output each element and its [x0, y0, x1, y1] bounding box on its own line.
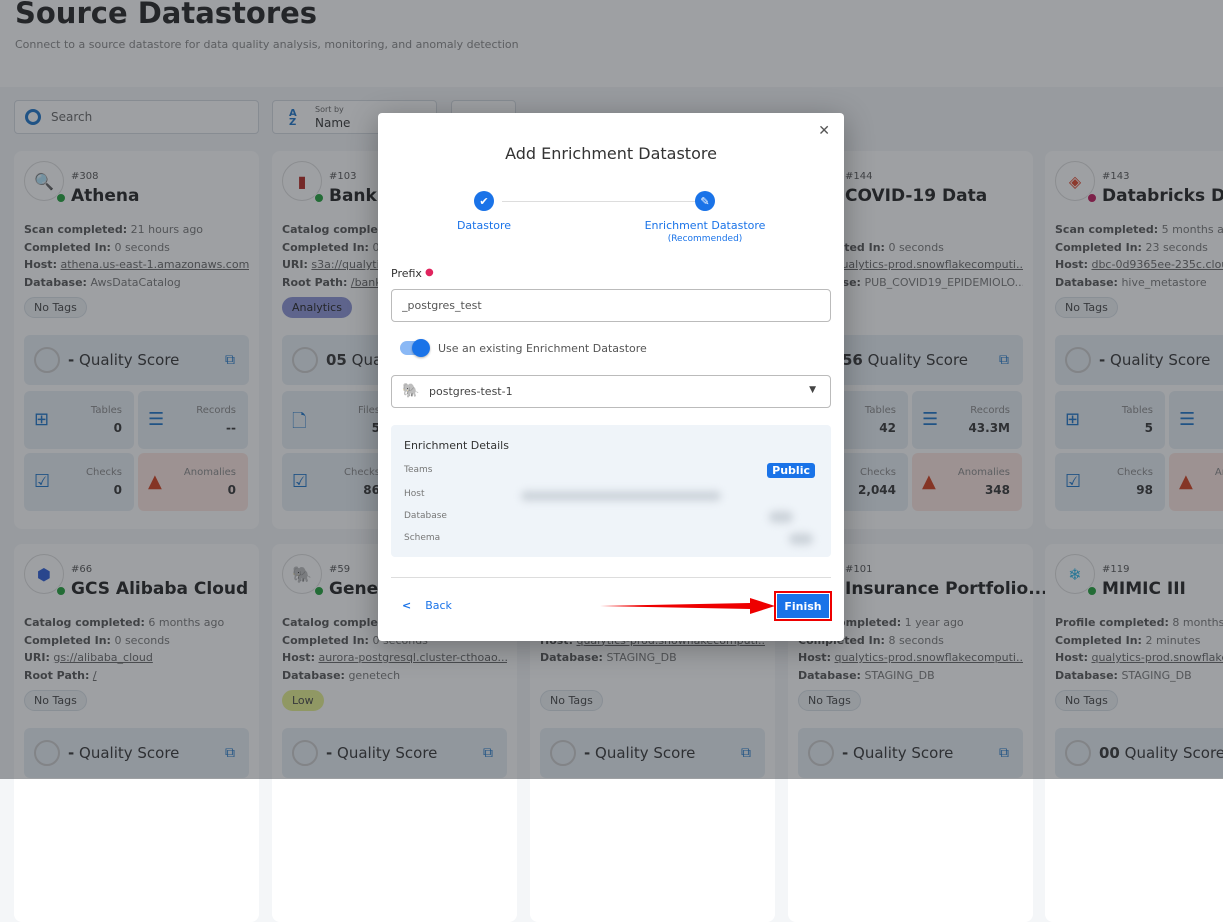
detail-label-teams: Teams	[404, 465, 433, 475]
stepper-connector	[502, 201, 696, 202]
back-label: Back	[425, 599, 452, 612]
detail-label-database: Database	[404, 511, 447, 521]
step-datastore-label: Datastore	[456, 219, 512, 232]
prefix-label: Prefix ●	[391, 267, 434, 280]
modal-title: Add Enrichment Datastore	[505, 144, 717, 163]
prefix-label-text: Prefix	[391, 267, 422, 280]
chevron-left-icon: <	[402, 599, 412, 612]
teams-public-badge: Public	[767, 463, 815, 478]
schema-value-redacted	[789, 533, 813, 545]
step-enrichment-label: Enrichment Datastore	[644, 219, 766, 232]
selected-datastore: postgres-test-1	[429, 385, 513, 398]
prefix-input[interactable]	[391, 289, 831, 322]
caret-down-icon: ▼	[809, 385, 816, 395]
finish-highlight: Finish	[774, 591, 832, 621]
detail-label-schema: Schema	[404, 533, 441, 543]
database-value-redacted	[769, 511, 793, 523]
detail-label-host: Host	[404, 489, 425, 499]
step-active-pencil-icon: ✎	[695, 191, 715, 211]
use-existing-toggle[interactable]	[400, 339, 430, 357]
step-complete-check-icon: ✔	[474, 191, 494, 211]
step-enrichment-sub: (Recommended)	[667, 234, 743, 244]
close-icon[interactable]: ✕	[818, 123, 830, 139]
required-indicator: ●	[424, 267, 434, 278]
add-enrichment-modal: ✕ Add Enrichment Datastore ✔ ✎ Datastore…	[378, 113, 844, 641]
details-title: Enrichment Details	[404, 439, 509, 452]
use-existing-label: Use an existing Enrichment Datastore	[438, 342, 647, 355]
host-value-redacted	[521, 491, 721, 501]
toggle-knob	[412, 339, 430, 357]
postgres-icon: 🐘	[402, 383, 420, 399]
back-button[interactable]: < Back	[402, 599, 452, 612]
enrichment-datastore-select[interactable]: 🐘 postgres-test-1 ▼	[391, 375, 831, 408]
enrichment-details-panel: Enrichment Details Teams Host Database S…	[391, 425, 831, 557]
finish-button[interactable]: Finish	[777, 594, 829, 618]
annotation-arrow-icon	[600, 598, 775, 614]
footer-divider	[391, 577, 831, 578]
source-datastores-page: Source Datastores Connect to a source da…	[0, 0, 1223, 922]
